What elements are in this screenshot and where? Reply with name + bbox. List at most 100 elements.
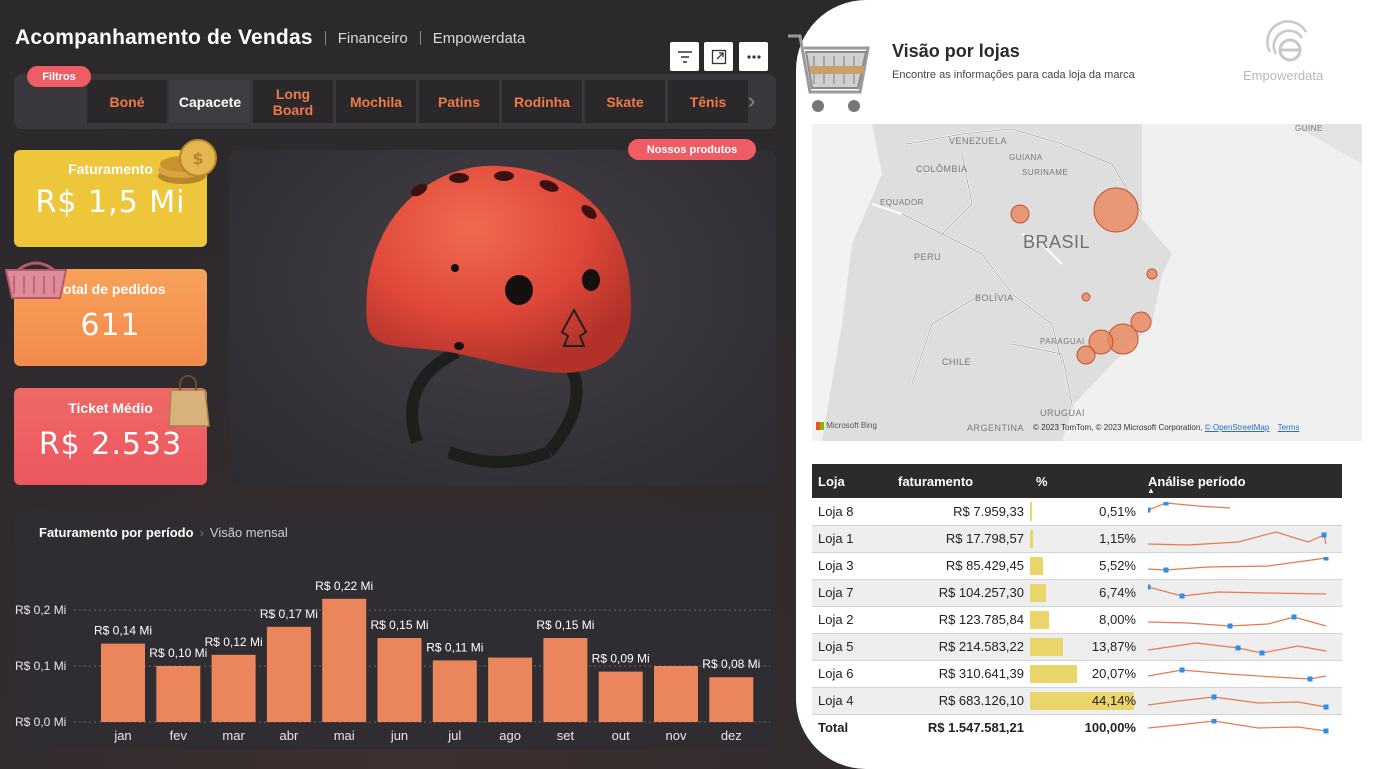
spark-marker	[1259, 650, 1265, 655]
bar-jan	[101, 643, 145, 722]
spark-line	[1148, 720, 1327, 732]
map-label: GUIANA	[1009, 153, 1043, 162]
spark-marker	[1321, 532, 1327, 537]
data-label: R$ 0,12 Mi	[205, 635, 263, 649]
cell-sparkline	[1142, 498, 1342, 526]
data-label: R$ 0,10 Mi	[149, 646, 207, 660]
microsoft-logo-icon	[816, 421, 824, 430]
table-row[interactable]: Loja 2 R$ 123.785,84 8,00%	[812, 606, 1342, 634]
tab-tênis[interactable]: Tênis	[668, 80, 748, 123]
cell-percent: 6,74%	[1030, 579, 1142, 607]
x-tick-label: ago	[499, 728, 521, 743]
map-label: VENEZUELA	[949, 136, 1008, 146]
total-percent: 100,00%	[1030, 714, 1142, 741]
breadcrumb-empowerdata[interactable]: Empowerdata	[433, 30, 526, 47]
map-label: ARGENTINA	[967, 423, 1025, 433]
tab-skate[interactable]: Skate	[585, 80, 665, 123]
chevron-right-icon[interactable]: ›	[748, 88, 755, 114]
cell-percent: 8,00%	[1030, 606, 1142, 634]
stores-map[interactable]: VENEZUELA COLÔMBIA GUIANA SURINAME GUINE…	[812, 124, 1362, 441]
col-analise-label: Análise período	[1148, 473, 1246, 489]
spark-marker	[1323, 556, 1329, 560]
map-shapes	[812, 124, 1362, 441]
terms-link[interactable]: Terms	[1278, 423, 1300, 432]
basket-icon	[4, 261, 68, 299]
x-tick-label: mai	[334, 728, 355, 743]
table-row[interactable]: Loja 3 R$ 85.429,45 5,52%	[812, 552, 1342, 580]
stores-panel: Visão por lojas Encontre as informações …	[788, 0, 1374, 769]
x-tick-label: nov	[666, 728, 687, 743]
header: Acompanhamento de Vendas Financeiro Empo…	[15, 26, 525, 50]
cell-percent: 44,14%	[1030, 687, 1142, 715]
map-label: PERU	[914, 252, 942, 262]
col-analise[interactable]: Análise período ▲	[1142, 464, 1342, 498]
stores-table: Loja faturamento % Análise período ▲ Loj…	[812, 464, 1342, 741]
table-header: Loja faturamento % Análise período ▲	[812, 464, 1342, 498]
filters-badge: Filtros	[27, 66, 91, 87]
shopping-cart-icon	[788, 34, 870, 112]
more-options-button[interactable]	[739, 42, 768, 71]
col-percent[interactable]: %	[1030, 464, 1142, 498]
map-label: BOLÍVIA	[975, 293, 1014, 303]
sparkline	[1148, 614, 1327, 628]
data-label: R$ 0,17 Mi	[260, 607, 318, 621]
bing-text: Microsoft Bing	[826, 421, 877, 430]
total-label: Total	[812, 714, 892, 741]
cell-sparkline	[1142, 687, 1342, 715]
cell-faturamento: R$ 683.126,10	[892, 687, 1030, 715]
osm-link[interactable]: © OpenStreetMap	[1205, 423, 1270, 432]
chart-title-text: Faturamento por período	[39, 525, 194, 540]
spark-marker	[1211, 718, 1217, 724]
total-sparkline-cell	[1142, 714, 1342, 741]
tab-mochila[interactable]: Mochila	[336, 80, 416, 123]
data-label: R$ 0,15 Mi	[370, 618, 428, 632]
percent-text: 0,51%	[1099, 503, 1136, 519]
tab-boné[interactable]: Boné	[87, 80, 167, 123]
col-faturamento[interactable]: faturamento	[892, 464, 1030, 498]
sparkline	[1148, 667, 1327, 681]
spark-marker	[1163, 502, 1169, 506]
table-row[interactable]: Loja 5 R$ 214.583,22 13,87%	[812, 633, 1342, 661]
bing-attribution: Microsoft Bing	[816, 421, 877, 430]
tab-capacete[interactable]: Capacete	[170, 80, 250, 123]
percent-bar	[1030, 556, 1043, 575]
cell-sparkline	[1142, 633, 1342, 661]
table-row[interactable]: Loja 6 R$ 310.641,39 20,07%	[812, 660, 1342, 688]
page-title: Acompanhamento de Vendas	[15, 26, 313, 49]
products-badge[interactable]: Nossos produtos	[628, 139, 756, 160]
sparkline	[1148, 502, 1231, 513]
focus-mode-button[interactable]	[704, 42, 733, 71]
x-tick-label: jun	[390, 728, 408, 743]
cell-loja: Loja 8	[812, 498, 892, 526]
x-tick-label: mar	[222, 728, 245, 743]
table-row[interactable]: Loja 7 R$ 104.257,30 6,74%	[812, 579, 1342, 607]
map-label: EQUADOR	[880, 198, 924, 207]
breadcrumb-financeiro[interactable]: Financeiro	[338, 30, 408, 47]
percent-bar	[1030, 637, 1063, 656]
table-row[interactable]: Loja 1 R$ 17.798,57 1,15%	[812, 525, 1342, 553]
divider	[419, 31, 421, 45]
cell-loja: Loja 4	[812, 687, 892, 715]
filter-button[interactable]	[670, 42, 699, 71]
spark-marker	[1323, 728, 1329, 734]
filter-icon	[677, 50, 692, 63]
cell-sparkline	[1142, 579, 1342, 607]
tab-rodinha[interactable]: Rodinha	[502, 80, 582, 123]
stores-title: Visão por lojas	[892, 41, 1020, 61]
percent-text: 13,87%	[1091, 639, 1136, 654]
sparkline	[1148, 556, 1329, 572]
bar-jun	[377, 638, 422, 722]
spark-line	[1148, 695, 1327, 708]
col-loja[interactable]: Loja	[812, 464, 892, 498]
tab-patins[interactable]: Patins	[419, 80, 499, 123]
map-label: GUINE	[1295, 124, 1323, 133]
x-tick-label: abr	[280, 728, 299, 743]
data-label: R$ 0,08 Mi	[702, 657, 760, 671]
spark-line	[1148, 668, 1327, 680]
revenue-bar-chart: R$ 0,0 Mi R$ 0,1 Mi R$ 0,2 Mi jan R$ 0,14 Mi…	[15, 579, 770, 743]
tab-long-board[interactable]: Long Board	[253, 80, 333, 123]
map-copyright: © 2023 TomTom, © 2023 Microsoft Corporat…	[1033, 423, 1299, 432]
spark-marker	[1211, 694, 1217, 699]
table-row[interactable]: Loja 8 R$ 7.959,33 0,51%	[812, 498, 1342, 526]
table-row[interactable]: Loja 4 R$ 683.126,10 44,14%	[812, 687, 1342, 715]
